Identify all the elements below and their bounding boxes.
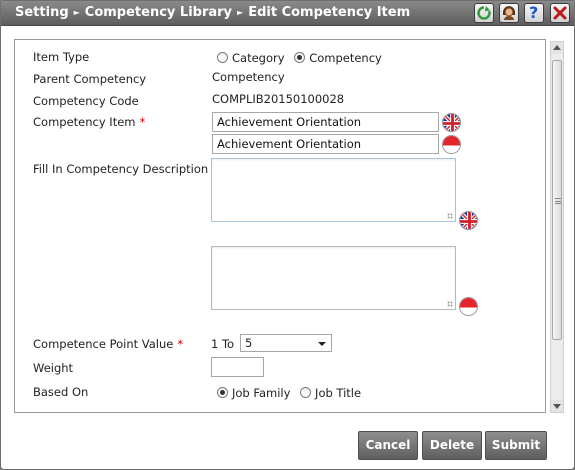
indonesia-flag-icon[interactable] [459, 297, 478, 316]
competence-point-range-prefix: 1 To [211, 337, 235, 351]
competency-item-input-id[interactable] [212, 134, 439, 154]
scroll-down-arrow[interactable] [551, 400, 563, 412]
based-on-radio-group: Job Family Job Title [217, 386, 367, 400]
competence-point-label-text: Competence Point Value [33, 337, 174, 351]
required-asterisk: * [139, 115, 146, 129]
radio-button-selected[interactable] [294, 52, 306, 63]
help-icon: ? [529, 3, 539, 22]
breadcrumb-edit-competency-item: Edit Competency Item [248, 5, 411, 20]
item-type-label: Item Type [33, 50, 90, 64]
chevron-down-icon [318, 342, 326, 346]
resize-handle[interactable] [447, 213, 453, 219]
breadcrumb-separator: ► [237, 8, 244, 17]
form-scroll-area[interactable]: Item Type Category Competency Parent Com… [1, 27, 574, 422]
close-icon [553, 6, 567, 20]
item-type-radio-group: Category Competency [217, 51, 388, 65]
weight-input[interactable] [211, 357, 264, 377]
competency-code-value: COMPLIB20150100028 [212, 92, 345, 106]
item-type-category-option[interactable]: Category [217, 51, 285, 65]
delete-button[interactable]: Delete [422, 431, 482, 460]
radio-button[interactable] [217, 52, 228, 63]
breadcrumb-separator: ► [73, 8, 80, 17]
refresh-icon [477, 6, 491, 20]
based-on-job-family-label: Job Family [232, 386, 291, 400]
breadcrumb-setting[interactable]: Setting [15, 5, 69, 20]
scrollbar-thumb[interactable] [552, 60, 562, 340]
required-asterisk: * [177, 337, 184, 351]
competency-item-input-en[interactable] [212, 112, 439, 132]
breadcrumb: Setting ► Competency Library ► Edit Competen… [15, 5, 410, 20]
cancel-button[interactable]: Cancel [358, 431, 418, 460]
title-bar: Setting ► Competency Library ► Edit Competen… [1, 1, 574, 26]
item-type-competency-option[interactable]: Competency [294, 51, 382, 65]
resize-handle[interactable] [447, 301, 453, 307]
edit-competency-window: Setting ► Competency Library ► Edit Competen… [0, 0, 575, 470]
support-button[interactable] [499, 3, 519, 23]
competence-point-label: Competence Point Value * [33, 337, 183, 351]
based-on-job-title-option[interactable]: Job Title [300, 386, 361, 400]
uk-flag-icon[interactable] [442, 113, 461, 132]
description-textarea-en[interactable] [211, 158, 456, 222]
parent-competency-label: Parent Competency [33, 72, 147, 86]
item-type-competency-label: Competency [309, 51, 382, 65]
competence-point-selected: 5 [245, 336, 253, 350]
competency-item-label-text: Competency Item [33, 115, 136, 129]
submit-button[interactable]: Submit [485, 431, 547, 460]
form-panel: Item Type Category Competency Parent Com… [14, 39, 546, 413]
parent-competency-value: Competency [212, 70, 285, 84]
vertical-scrollbar[interactable] [550, 41, 564, 413]
radio-button-selected[interactable] [217, 387, 228, 398]
help-button[interactable]: ? [524, 3, 544, 23]
close-button[interactable] [550, 3, 570, 23]
based-on-label: Based On [33, 385, 89, 399]
scroll-up-arrow[interactable] [551, 42, 563, 54]
description-textarea-id[interactable] [211, 246, 456, 310]
competency-code-label: Competency Code [33, 94, 139, 108]
breadcrumb-competency-library[interactable]: Competency Library [85, 5, 232, 20]
uk-flag-icon[interactable] [459, 211, 478, 230]
item-type-category-label: Category [232, 51, 285, 65]
indonesia-flag-icon[interactable] [442, 135, 461, 154]
based-on-job-title-label: Job Title [315, 386, 362, 400]
grip-icon [555, 198, 561, 204]
competency-item-label: Competency Item * [33, 115, 145, 129]
weight-label: Weight [33, 361, 74, 375]
based-on-job-family-option[interactable]: Job Family [217, 386, 290, 400]
radio-button[interactable] [300, 387, 312, 398]
support-agent-icon [503, 6, 515, 20]
description-label: Fill In Competency Description [33, 162, 209, 176]
refresh-button[interactable] [474, 3, 494, 23]
competence-point-select[interactable]: 5 [240, 334, 332, 352]
